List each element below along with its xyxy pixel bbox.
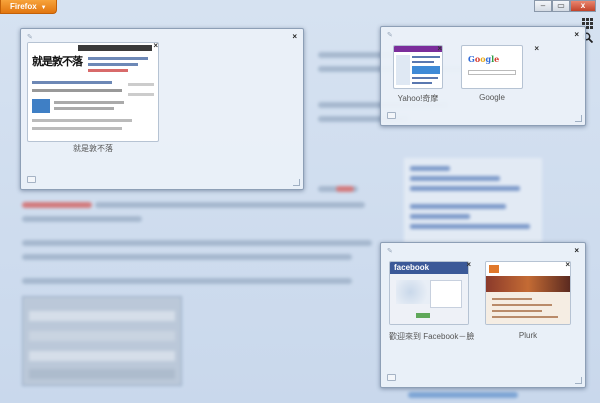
tab-thumbnail[interactable]: 就是敦不落 <box>27 42 159 142</box>
group-title-edit-icon[interactable]: ✎ <box>27 33 33 41</box>
group-resize-handle[interactable] <box>293 179 300 186</box>
group-title-edit-icon[interactable]: ✎ <box>387 247 393 255</box>
new-tab-in-group-button[interactable] <box>387 112 396 119</box>
firefox-menu-button[interactable]: Firefox ▼ <box>0 0 57 14</box>
firefox-menu-label: Firefox <box>10 2 37 11</box>
tab-close-button[interactable]: × <box>466 260 471 269</box>
tab-close-button[interactable]: × <box>534 44 539 53</box>
group-resize-handle[interactable] <box>575 377 582 384</box>
close-window-button[interactable]: x <box>570 0 596 12</box>
minimize-button[interactable]: – <box>534 0 552 12</box>
group-title-edit-icon[interactable]: ✎ <box>387 31 393 39</box>
tab-thumbnail[interactable] <box>393 45 443 89</box>
tab-close-button[interactable]: × <box>437 44 442 53</box>
tab-thumbnail[interactable] <box>485 261 571 325</box>
window-controls: – ▭ x <box>534 0 596 12</box>
tab-thumbnail[interactable]: Google <box>461 45 523 89</box>
tab-item-facebook[interactable]: facebook × 歡迎來到 Facebook－臉 <box>389 260 479 343</box>
tab-group-bottom-right[interactable]: ✎ × facebook × 歡迎來到 Facebook－臉 × Plurk <box>380 242 586 388</box>
tab-group-left[interactable]: ✎ × 就是敦不落 × 就是敦不落 <box>20 28 304 190</box>
new-tab-in-group-button[interactable] <box>387 374 396 381</box>
tab-close-button[interactable]: × <box>153 41 158 50</box>
group-close-button[interactable]: × <box>292 32 297 41</box>
chevron-down-icon: ▼ <box>40 5 47 11</box>
tab-title: 就是敦不落 <box>73 144 113 153</box>
new-tab-in-group-button[interactable] <box>27 176 36 183</box>
tab-group-top-right[interactable]: ✎ × × Yahoo!奇摩 Google × Google <box>380 26 586 126</box>
tab-close-button[interactable]: × <box>565 260 570 269</box>
tab-item-yahoo[interactable]: × Yahoo!奇摩 <box>393 44 443 105</box>
group-close-button[interactable]: × <box>574 246 579 255</box>
tab-title: Yahoo!奇摩 <box>397 94 439 103</box>
thumbnail-site-logo: 就是敦不落 <box>32 55 83 68</box>
tab-item-plurk[interactable]: × Plurk <box>485 260 571 343</box>
tab-thumbnail[interactable]: facebook <box>389 261 469 325</box>
restore-button[interactable]: ▭ <box>552 0 570 12</box>
group-close-button[interactable]: × <box>574 30 579 39</box>
tab-item-google[interactable]: Google × Google <box>461 44 539 105</box>
thumbnail-site-logo: facebook <box>394 263 430 272</box>
tab-item-blog[interactable]: 就是敦不落 × 就是敦不落 <box>27 41 159 168</box>
thumbnail-site-logo: Google <box>468 54 500 64</box>
tab-title: Plurk <box>518 331 538 340</box>
tab-title: Google <box>479 93 505 102</box>
tab-title: 歡迎來到 Facebook－臉 <box>389 332 475 341</box>
group-resize-handle[interactable] <box>575 115 582 122</box>
